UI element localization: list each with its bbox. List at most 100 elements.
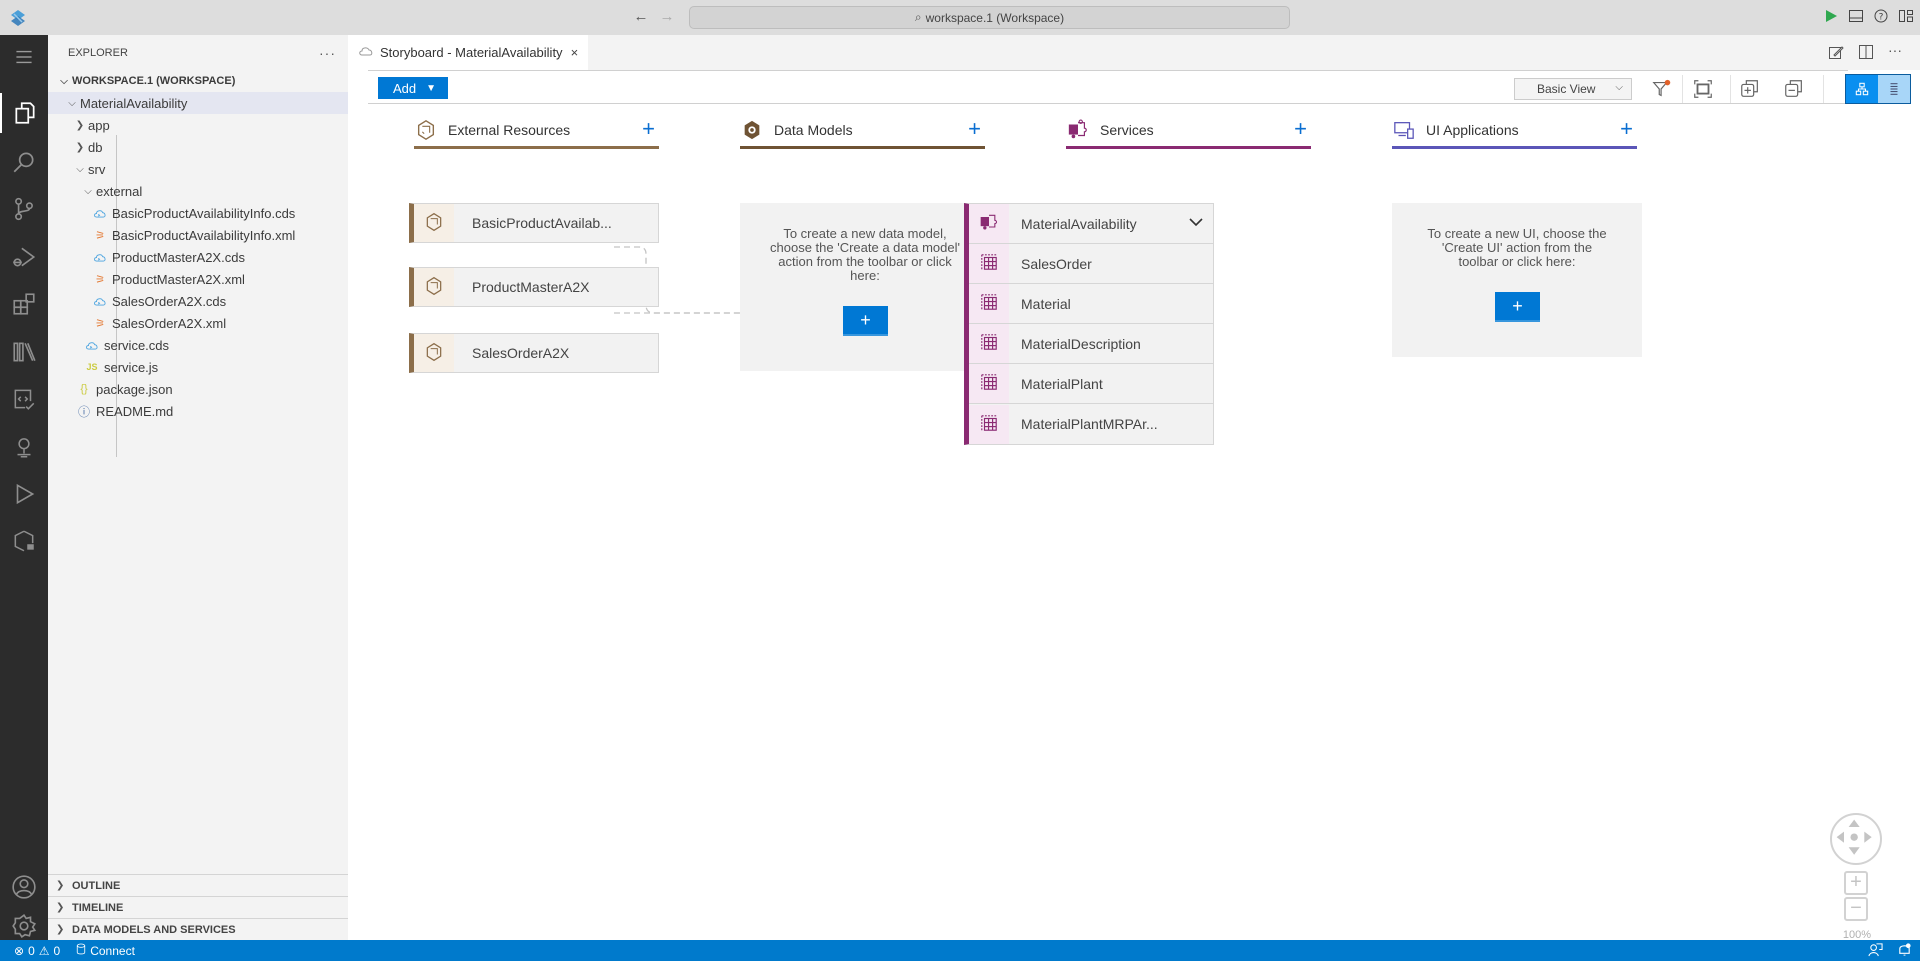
section-label: OUTLINE xyxy=(72,879,121,892)
gear-icon[interactable] xyxy=(0,912,48,940)
column-data-models: Data Models + xyxy=(740,115,985,149)
cloud-icon xyxy=(358,45,374,60)
tree-file[interactable]: ProductMasterA2X.cds xyxy=(48,246,348,268)
chevron-down-icon: ⌵ xyxy=(1615,82,1623,93)
arrow-right-icon[interactable]: → xyxy=(658,8,676,26)
list-view-icon[interactable] xyxy=(1878,75,1910,103)
section-outline[interactable]: ❯ OUTLINE xyxy=(48,874,348,896)
connect-status[interactable]: Connect xyxy=(70,940,141,961)
rss-xml-icon: ⚞ xyxy=(95,273,105,286)
external-resource-card[interactable]: BasicProductAvailab... xyxy=(409,203,659,243)
external-resource-icon xyxy=(424,276,444,299)
tree-file[interactable]: ⚞ SalesOrderA2X.xml xyxy=(48,312,348,334)
library-icon[interactable] xyxy=(0,330,48,374)
chevron-down-icon: ▼ xyxy=(426,82,437,94)
storyboard-canvas[interactable]: External Resources + Data Models + Servi… xyxy=(348,105,1920,941)
more-actions-icon[interactable]: ··· xyxy=(319,45,336,61)
problems-status[interactable]: ⊗ 0 ⚠ 0 xyxy=(0,940,66,961)
tree-folder[interactable]: ❯ app xyxy=(48,114,348,136)
service-entity-row[interactable]: MaterialPlant xyxy=(969,364,1213,404)
play-icon[interactable] xyxy=(0,472,48,516)
add-service-button[interactable]: + xyxy=(1294,118,1307,140)
expand-all-icon[interactable] xyxy=(1738,77,1762,101)
service-entity-row[interactable]: MaterialDescription xyxy=(969,324,1213,364)
run-debug-icon[interactable] xyxy=(0,235,48,279)
more-actions-icon[interactable]: ··· xyxy=(1888,43,1904,60)
tree-file[interactable]: service.cds xyxy=(48,334,348,356)
add-external-resource-button[interactable]: + xyxy=(642,118,655,140)
error-icon: ⊗ xyxy=(14,943,25,958)
add-data-model-button[interactable]: + xyxy=(968,118,981,140)
code-check-icon[interactable] xyxy=(0,377,48,421)
tree-file[interactable]: BasicProductAvailabilityInfo.cds xyxy=(48,202,348,224)
search-icon[interactable] xyxy=(0,140,48,184)
hamburger-menu-icon[interactable] xyxy=(0,35,48,79)
external-resource-card[interactable]: ProductMasterA2X xyxy=(409,267,659,307)
view-select[interactable]: Basic View ⌵ xyxy=(1514,78,1632,100)
customize-layout-icon[interactable] xyxy=(1898,8,1914,24)
chevron-down-icon[interactable] xyxy=(1189,216,1203,230)
tree-file[interactable]: ⚞ BasicProductAvailabilityInfo.xml xyxy=(48,224,348,246)
ui-devices-icon xyxy=(1392,118,1416,142)
tree-item-label: external xyxy=(96,183,143,199)
tree-file[interactable]: {} package.json xyxy=(48,378,348,400)
explorer-title: EXPLORER xyxy=(68,46,128,59)
section-data-models-and-services[interactable]: ❯ DATA MODELS AND SERVICES xyxy=(48,918,348,940)
tree-item-label: BasicProductAvailabilityInfo.xml xyxy=(112,227,296,243)
account-icon[interactable] xyxy=(0,865,48,909)
create-data-model-button[interactable]: + xyxy=(843,306,888,336)
command-center-label: workspace.1 (Workspace) xyxy=(925,10,1065,25)
lightbulb-icon[interactable] xyxy=(0,425,48,469)
filter-icon[interactable] xyxy=(1650,77,1674,101)
tree-folder[interactable]: ⌵ MaterialAvailability xyxy=(48,92,348,114)
ui-applications-empty-card: To create a new UI, choose the 'Create U… xyxy=(1392,203,1642,357)
command-center-search[interactable]: ⌕ workspace.1 (Workspace) xyxy=(689,6,1290,29)
help-icon[interactable]: ? xyxy=(1873,8,1889,24)
service-entity-row[interactable]: SalesOrder xyxy=(969,244,1213,284)
zoom-in-button[interactable]: + xyxy=(1844,871,1868,895)
cube-plug-icon[interactable] xyxy=(0,519,48,563)
tree-item-label: app xyxy=(88,117,110,133)
cds-file-icon xyxy=(84,340,100,351)
extensions-icon[interactable] xyxy=(0,282,48,326)
chevron-down-icon: ⌵ xyxy=(84,185,92,197)
files-icon[interactable] xyxy=(0,93,48,133)
source-control-icon[interactable] xyxy=(0,187,48,231)
service-entity-row[interactable]: MaterialPlantMRPAr... xyxy=(969,404,1213,444)
toggle-panel-icon[interactable] xyxy=(1848,8,1864,24)
section-timeline[interactable]: ❯ TIMELINE xyxy=(48,896,348,918)
entity-table-icon xyxy=(980,414,998,435)
workspace-root[interactable]: ⌵ WORKSPACE.1 (WORKSPACE) xyxy=(48,70,348,92)
entity-label: SalesOrder xyxy=(1021,255,1092,272)
tree-folder[interactable]: ⌵ external xyxy=(48,180,348,202)
diagram-view-icon[interactable] xyxy=(1846,75,1878,103)
create-ui-button[interactable]: + xyxy=(1495,292,1540,322)
tree-folder[interactable]: ❯ db xyxy=(48,136,348,158)
service-entity-row[interactable]: Material xyxy=(969,284,1213,324)
arrow-left-icon[interactable]: ← xyxy=(632,8,650,26)
tree-file[interactable]: SalesOrderA2X.cds xyxy=(48,290,348,312)
external-resource-label: BasicProductAvailab... xyxy=(472,215,612,231)
open-editor-icon[interactable] xyxy=(1828,44,1844,60)
fit-to-screen-icon[interactable] xyxy=(1691,77,1715,101)
service-header-row[interactable]: MaterialAvailability xyxy=(969,204,1213,244)
tree-file[interactable]: JS service.js xyxy=(48,356,348,378)
add-button[interactable]: Add ▼ xyxy=(378,77,448,99)
run-icon[interactable] xyxy=(1823,8,1839,24)
activity-bar xyxy=(0,35,48,940)
tab-storyboard[interactable]: Storyboard - MaterialAvailability × xyxy=(348,35,588,70)
add-ui-application-button[interactable]: + xyxy=(1620,118,1633,140)
external-resource-icon xyxy=(424,342,444,365)
feedback-icon[interactable] xyxy=(1868,942,1883,960)
tree-file[interactable]: ⓘ README.md xyxy=(48,400,348,422)
zoom-out-button[interactable]: − xyxy=(1844,897,1868,921)
collapse-all-icon[interactable] xyxy=(1782,77,1806,101)
tree-folder[interactable]: ⌵ srv xyxy=(48,158,348,180)
tree-file[interactable]: ⚞ ProductMasterA2X.xml xyxy=(48,268,348,290)
pan-control[interactable] xyxy=(1830,813,1882,865)
rss-xml-icon: ⚞ xyxy=(95,317,105,330)
close-icon[interactable]: × xyxy=(571,45,579,60)
notifications-icon[interactable] xyxy=(1897,942,1912,960)
external-resource-card[interactable]: SalesOrderA2X xyxy=(409,333,659,373)
split-editor-icon[interactable] xyxy=(1858,44,1874,60)
